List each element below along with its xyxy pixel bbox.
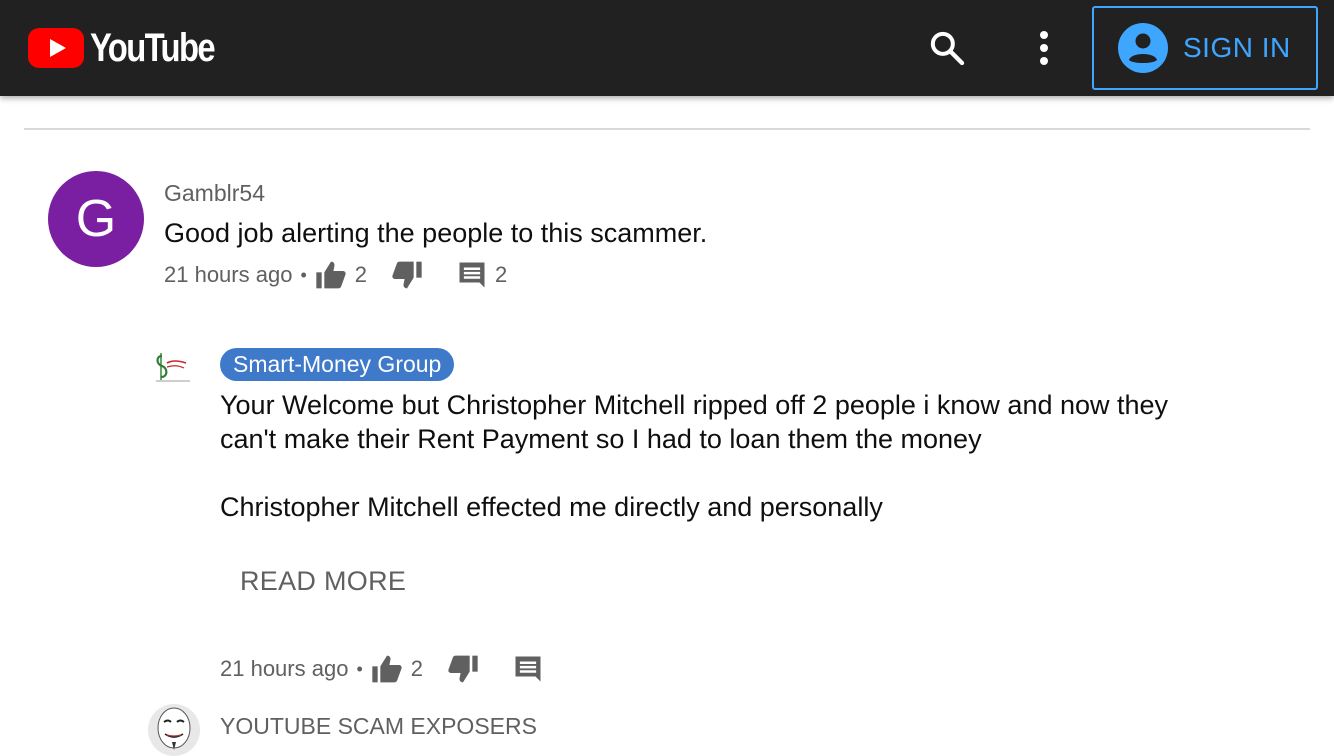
reply-like-count: 2 (410, 656, 423, 681)
reply-author-name[interactable]: YOUTUBE SCAM EXPOSERS (220, 713, 537, 740)
reply-timestamp: 21 hours ago (220, 656, 349, 681)
youtube-logo[interactable]: YouTube (28, 27, 241, 69)
dislike-button[interactable] (391, 260, 423, 290)
reply-like-button[interactable]: 2 (371, 654, 423, 684)
sign-in-label: SIGN IN (1183, 32, 1291, 63)
like-count: 2 (354, 262, 367, 287)
smart-money-logo-icon[interactable] (150, 350, 196, 388)
more-options-button[interactable] (1024, 24, 1064, 72)
search-button[interactable] (922, 24, 972, 72)
logo-text: YouTube (90, 26, 216, 70)
more-vert-icon (1040, 31, 1048, 65)
reply-text: Your Welcome but Christopher Mitchell ri… (220, 390, 1169, 522)
thumb-up-icon (316, 261, 346, 289)
replies-button[interactable]: 2 (457, 260, 507, 290)
search-icon (930, 31, 965, 66)
comment-author-name[interactable]: Gamblr54 (164, 180, 265, 207)
thumb-down-icon (392, 261, 422, 289)
top-app-bar: YouTube SIGN IN (0, 0, 1334, 96)
reply-count: 2 (495, 262, 508, 287)
mask-avatar-icon[interactable] (148, 704, 200, 756)
avatar-letter: G (75, 190, 117, 248)
read-more-button[interactable]: READ MORE (240, 566, 406, 597)
reply-meta-row: 21 hours ago • 2 (220, 652, 543, 686)
like-button[interactable]: 2 (315, 260, 367, 290)
comment-author-avatar[interactable]: G (48, 171, 144, 267)
youtube-logo-icon (28, 28, 84, 68)
comment-meta-row: 21 hours ago • 2 2 (164, 258, 507, 292)
comment-text: Good job alerting the people to this sca… (164, 218, 708, 248)
comment-icon (515, 656, 541, 682)
comment-icon (459, 262, 485, 288)
thumb-down-icon (448, 655, 478, 683)
meta-separator: • (356, 658, 363, 679)
reply-dislike-button[interactable] (447, 654, 479, 684)
account-circle-icon (1118, 23, 1168, 73)
sign-in-button[interactable]: SIGN IN (1092, 6, 1318, 90)
section-divider (24, 128, 1310, 130)
reply-author-badge[interactable]: Smart-Money Group (220, 348, 455, 381)
thumb-up-icon (372, 655, 402, 683)
meta-separator: • (300, 264, 307, 285)
reply-comment-button[interactable] (513, 654, 543, 684)
comment-timestamp: 21 hours ago (164, 262, 293, 287)
